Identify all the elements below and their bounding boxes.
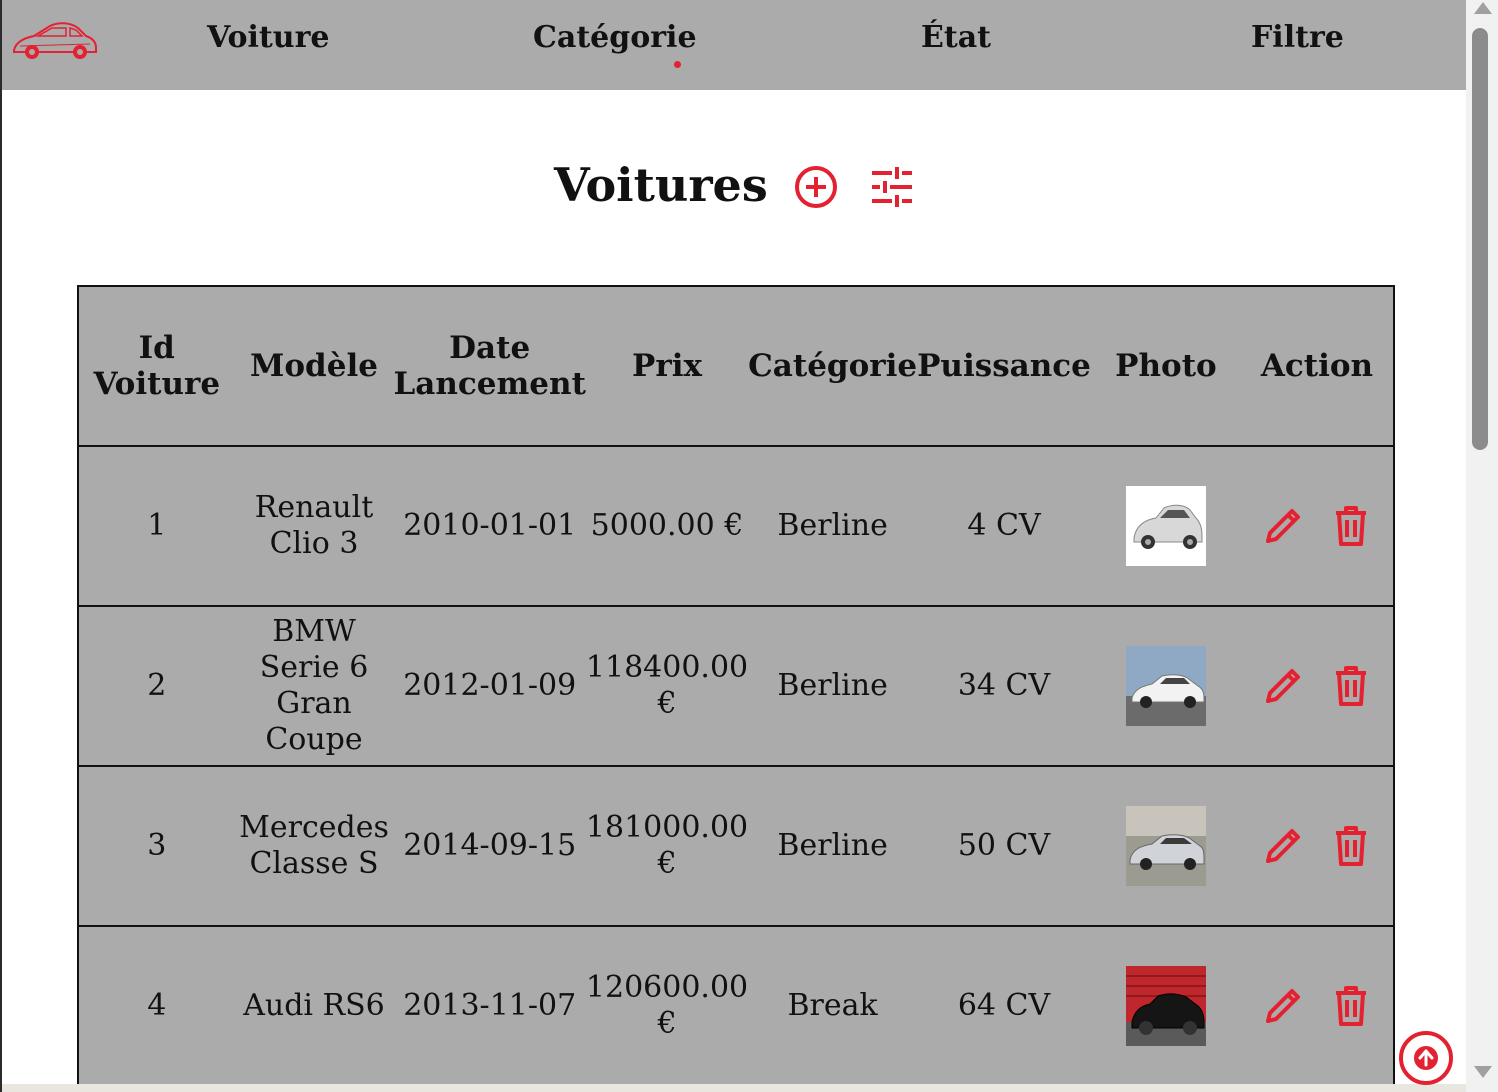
cell-photo [1091, 926, 1241, 1086]
edit-pencil-icon[interactable] [1262, 505, 1304, 547]
delete-trash-icon[interactable] [1330, 505, 1372, 547]
cell-date: 2010-01-01 [403, 508, 577, 543]
header-action: Action [1260, 348, 1374, 384]
edit-pencil-icon[interactable] [1262, 665, 1304, 707]
header-id: Id Voiture [93, 330, 221, 402]
cell-id: 3 [147, 828, 167, 863]
window-bottom-edge [2, 1084, 1466, 1092]
cell-photo [1091, 446, 1241, 606]
cell-model: Renault Clio 3 [254, 490, 374, 561]
nav-item-voiture[interactable]: Voiture [207, 20, 330, 55]
vertical-scrollbar[interactable] [1466, 0, 1498, 1092]
plus-circle-icon[interactable] [794, 165, 838, 209]
cell-power: 64 CV [957, 988, 1051, 1023]
table-row: 3 Mercedes Classe S 2014-09-15 181000.00… [78, 766, 1394, 926]
car-photo [1125, 966, 1206, 1046]
table-row: 1 Renault Clio 3 2010-01-01 5000.00 € Be… [78, 446, 1394, 606]
cell-action [1241, 606, 1394, 766]
header-price: Prix [632, 348, 702, 384]
arrow-up-circle-icon[interactable] [1398, 1030, 1454, 1086]
header-date: Date Lancement [393, 330, 586, 402]
cell-price: 5000.00 € [590, 508, 744, 543]
header-photo: Photo [1115, 348, 1217, 384]
cell-date: 2013-11-07 [403, 988, 577, 1023]
active-nav-indicator [674, 61, 681, 68]
cell-category: Berline [777, 508, 888, 543]
table-row: 4 Audi RS6 2013-11-07 120600.00 € Break … [78, 926, 1394, 1086]
cell-action [1241, 926, 1394, 1086]
page-title: Voitures [554, 158, 768, 212]
header-category: Catégorie [748, 348, 918, 384]
cell-power: 34 CV [957, 668, 1051, 703]
car-photo [1125, 486, 1206, 566]
cell-photo [1091, 766, 1241, 926]
car-photo [1125, 806, 1206, 886]
edit-pencil-icon[interactable] [1262, 825, 1304, 867]
header-model: Modèle [250, 348, 378, 384]
delete-trash-icon[interactable] [1330, 825, 1372, 867]
cell-category: Break [787, 988, 878, 1023]
cell-action [1241, 766, 1394, 926]
sliders-icon[interactable] [868, 166, 914, 208]
nav-item-categorie[interactable]: Catégorie [533, 20, 697, 55]
scroll-down-arrow-icon[interactable] [1474, 1066, 1492, 1078]
cars-table: Id Voiture Modèle Date Lancement Prix Caté… [77, 285, 1395, 1087]
delete-trash-icon[interactable] [1330, 985, 1372, 1027]
cell-price: 120600.00 € [585, 970, 749, 1041]
cell-category: Berline [777, 668, 888, 703]
cell-model: Audi RS6 [243, 988, 385, 1023]
cell-action [1241, 446, 1394, 606]
cell-photo [1091, 606, 1241, 766]
cell-date: 2014-09-15 [403, 828, 577, 863]
cell-date: 2012-01-09 [403, 668, 577, 703]
cell-id: 1 [147, 508, 167, 543]
cell-power: 50 CV [957, 828, 1051, 863]
scrollbar-thumb[interactable] [1472, 28, 1488, 450]
scroll-up-arrow-icon[interactable] [1474, 2, 1492, 14]
delete-trash-icon[interactable] [1330, 665, 1372, 707]
cell-model: BMW Serie 6 Gran Coupe [259, 614, 369, 757]
cell-model: Mercedes Classe S [239, 810, 389, 881]
top-navbar: Voiture Catégorie État Filtre [2, 0, 1466, 90]
cell-power: 4 CV [967, 508, 1041, 543]
cell-id: 4 [147, 988, 167, 1023]
table-row: 2 BMW Serie 6 Gran Coupe 2012-01-09 1184… [78, 606, 1394, 766]
cell-price: 181000.00 € [585, 810, 749, 881]
edit-pencil-icon[interactable] [1262, 985, 1304, 1027]
cell-category: Berline [777, 828, 888, 863]
cell-id: 2 [147, 668, 167, 703]
car-photo [1125, 646, 1206, 726]
page-frame: Voiture Catégorie État Filtre Voitures I… [0, 0, 1466, 1092]
nav-item-filtre[interactable]: Filtre [1251, 20, 1344, 55]
cell-price: 118400.00 € [585, 650, 749, 721]
car-logo-icon[interactable] [10, 18, 98, 66]
table-header-row: Id Voiture Modèle Date Lancement Prix Caté… [78, 286, 1394, 446]
nav-item-etat[interactable]: État [921, 20, 991, 55]
header-power: Puissance [917, 348, 1091, 384]
